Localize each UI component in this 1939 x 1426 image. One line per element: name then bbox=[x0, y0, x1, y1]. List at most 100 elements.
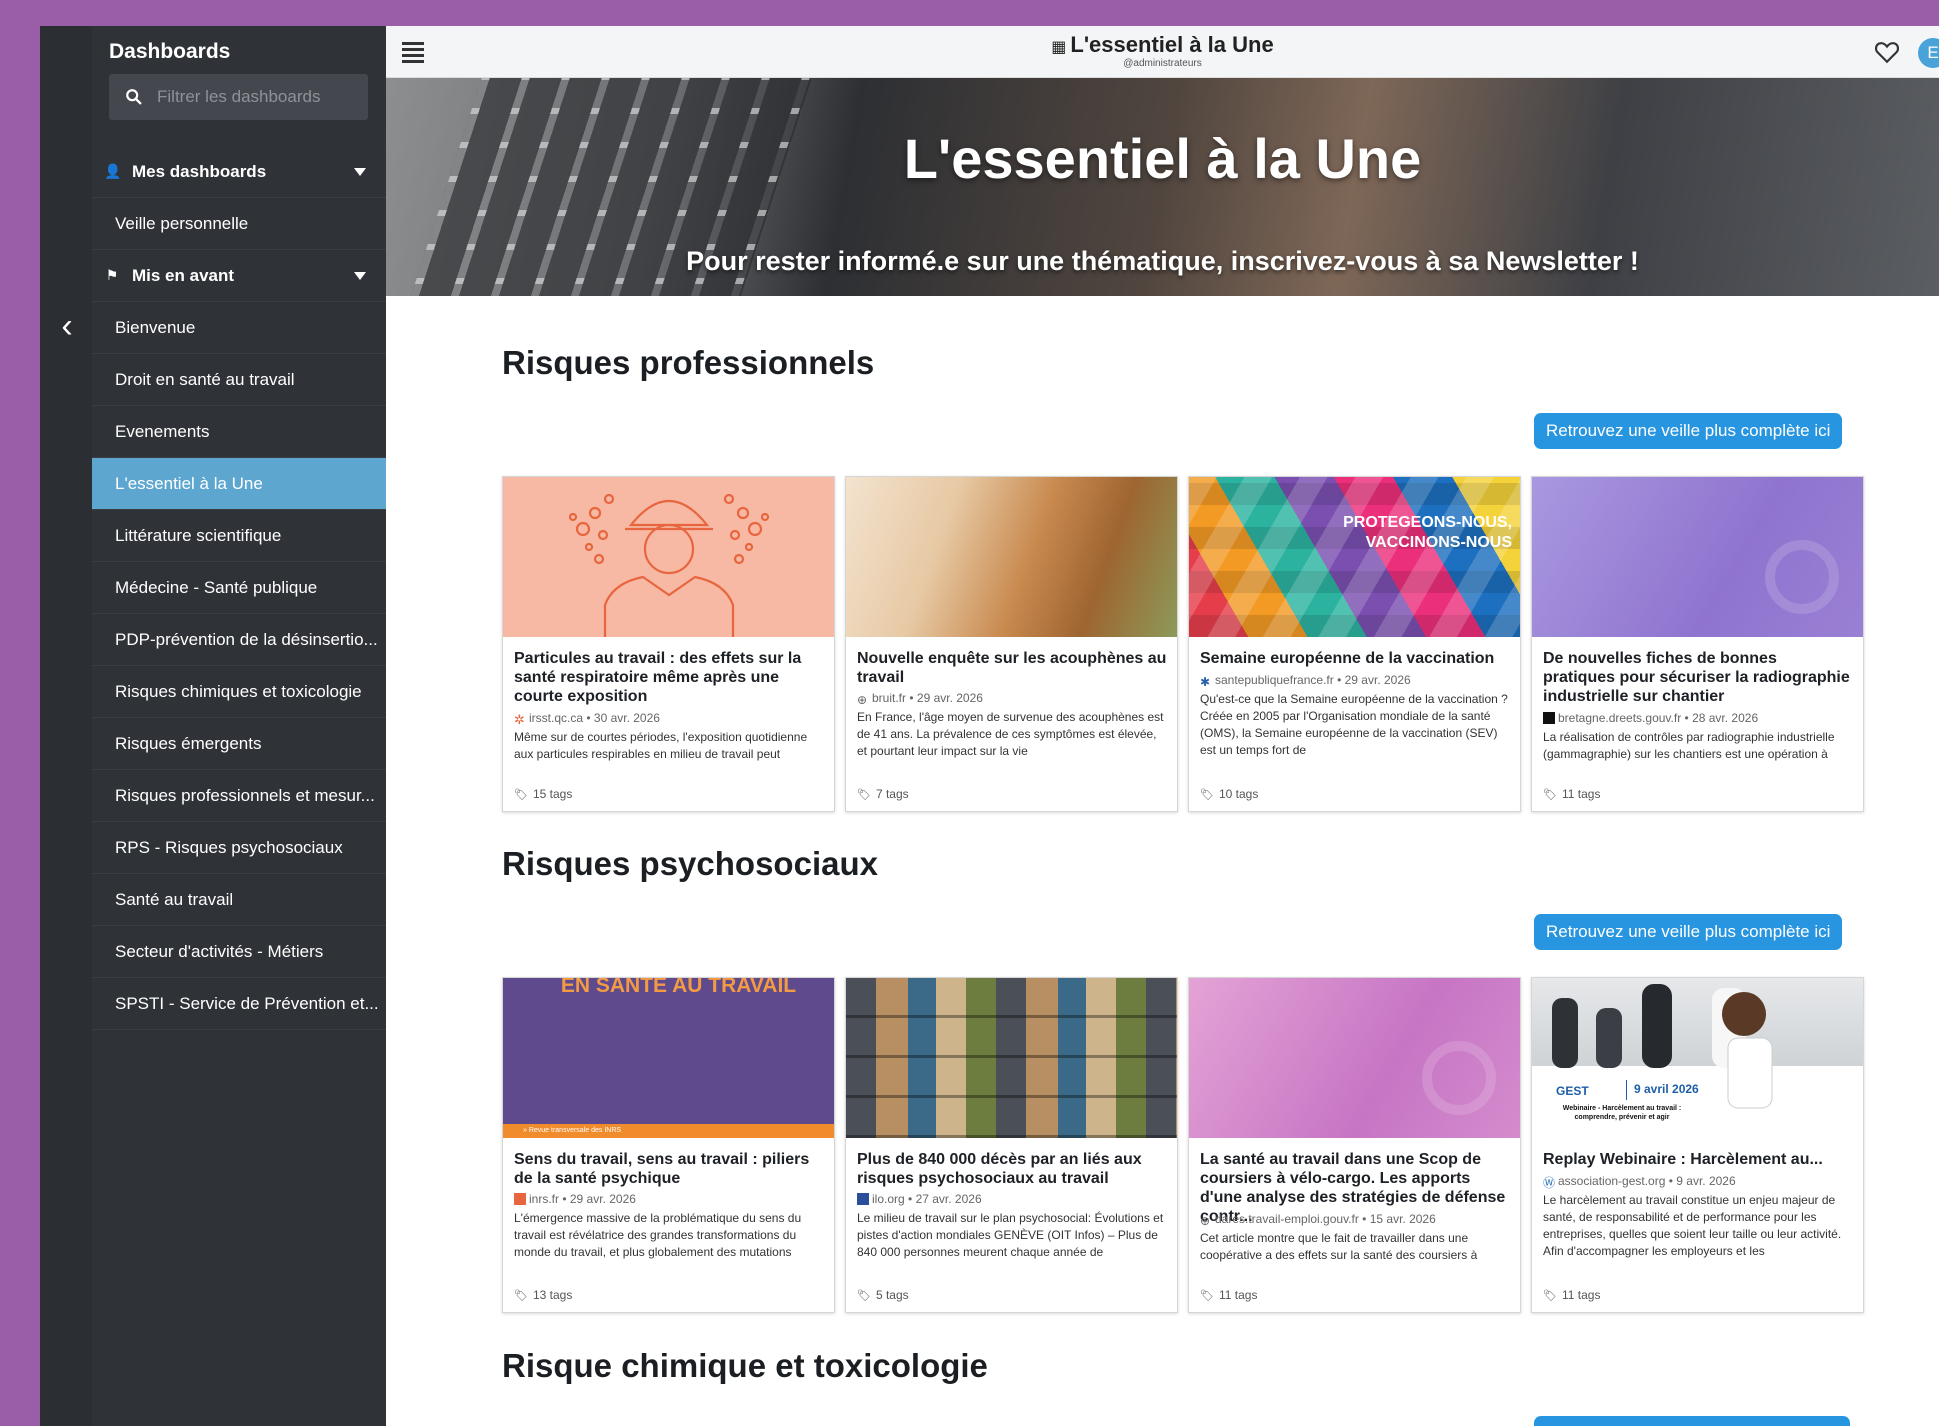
sidebar-item-label: Bienvenue bbox=[115, 317, 196, 337]
gest-logo: GEST bbox=[1556, 1084, 1589, 1098]
article-card[interactable]: EN SANTÉ AU TRAVAIL » Revue transversale… bbox=[502, 977, 835, 1313]
sidebar-title: Dashboards bbox=[109, 40, 231, 63]
card-description: L'émergence massive de la problématique … bbox=[514, 1211, 802, 1259]
card-tags: 🏷 11 tags bbox=[1543, 787, 1600, 801]
sidebar-item-risques-emergents[interactable]: Risques émergents bbox=[92, 718, 386, 770]
card-image bbox=[503, 477, 834, 637]
sidebar-item-bienvenue[interactable]: Bienvenue bbox=[92, 302, 386, 354]
article-card[interactable]: La santé au travail dans une Scop de cou… bbox=[1188, 977, 1521, 1313]
sidebar-item-medecine[interactable]: Médecine - Santé publique bbox=[92, 562, 386, 614]
card-description: Le milieu de travail sur le plan psychos… bbox=[857, 1211, 1164, 1259]
card-date: 29 avr. 2026 bbox=[916, 691, 983, 705]
section-mes-dashboards[interactable]: 👤 Mes dashboards bbox=[92, 146, 386, 198]
sidebar-item-label: Risques chimiques et toxicologie bbox=[115, 681, 362, 701]
card-tags: 🏷 13 tags bbox=[514, 1288, 572, 1302]
sidebar-item-label: Veille personnelle bbox=[115, 213, 249, 233]
card-source: inrs.fr bbox=[529, 1192, 559, 1206]
sidebar-item-risques-pro[interactable]: Risques professionnels et mesur... bbox=[92, 770, 386, 822]
article-card[interactable]: Plus de 840 000 décès par an liés aux ri… bbox=[845, 977, 1178, 1313]
tag-icon: 🏷 bbox=[1200, 1290, 1214, 1302]
heart-icon[interactable] bbox=[1874, 40, 1900, 64]
dashboard-search[interactable] bbox=[109, 74, 368, 120]
sidebar-item-droit[interactable]: Droit en santé au travail bbox=[92, 354, 386, 406]
section-label: Mes dashboards bbox=[132, 161, 267, 181]
sidebar-item-spsti[interactable]: SPSTI - Service de Prévention et... bbox=[92, 978, 386, 1030]
sidebar-menu: 👤 Mes dashboards Veille personnelle ⚑ Mi… bbox=[92, 146, 386, 1030]
card-image bbox=[1189, 978, 1520, 1138]
worker-icon bbox=[568, 493, 770, 637]
card-source: dares.travail-emploi.gouv.fr bbox=[1215, 1212, 1359, 1226]
sidebar-item-label: Droit en santé au travail bbox=[115, 369, 295, 389]
grid-icon: ▦ bbox=[1051, 39, 1067, 56]
sidebar-item-evenements[interactable]: Evenements bbox=[92, 406, 386, 458]
card-tags: 🏷 10 tags bbox=[1200, 787, 1258, 801]
sidebar-item-label: Médecine - Santé publique bbox=[115, 577, 318, 597]
sidebar-item-label: Santé au travail bbox=[115, 889, 234, 909]
caret-down-icon bbox=[354, 272, 366, 280]
card-source: bretagne.dreets.gouv.fr bbox=[1558, 711, 1682, 725]
dashboard-brand: ▦ L'essentiel à la Une @administrateurs bbox=[386, 32, 1939, 69]
sidebar-item-sante-travail[interactable]: Santé au travail bbox=[92, 874, 386, 926]
card-tags: 🏷 11 tags bbox=[1543, 1288, 1600, 1302]
more-button[interactable]: Retrouvez une veille plus complète ici bbox=[1534, 413, 1843, 449]
sidebar-item-secteur[interactable]: Secteur d'activités - Métiers bbox=[92, 926, 386, 978]
article-card[interactable]: Nouvelle enquête sur les acouphènes au t… bbox=[845, 476, 1178, 812]
chevron-left-icon[interactable]: ‹ bbox=[56, 306, 78, 346]
topbar-title: L'essentiel à la Une bbox=[1070, 32, 1274, 57]
image-stripe: » Revue transversale des INRS bbox=[503, 1124, 834, 1138]
card-description: Cet article montre que le fait de travai… bbox=[1200, 1231, 1478, 1262]
sidebar-item-risques-chimiques[interactable]: Risques chimiques et toxicologie bbox=[92, 666, 386, 718]
card-tags: 🏷 15 tags bbox=[514, 787, 572, 801]
card-tags: 🏷 7 tags bbox=[857, 787, 909, 801]
article-card[interactable]: De nouvelles fiches de bonnes pratiques … bbox=[1531, 476, 1864, 812]
card-source: bruit.fr bbox=[872, 691, 907, 705]
article-card[interactable]: Particules au travail : des effets sur l… bbox=[502, 476, 835, 812]
sidebar: Dashboards 👤 Mes dashboards Veille perso… bbox=[92, 26, 386, 1426]
sidebar-item-veille-personnelle[interactable]: Veille personnelle bbox=[92, 198, 386, 250]
search-icon bbox=[126, 89, 142, 105]
collapse-rail: ‹ bbox=[40, 26, 92, 1426]
tag-icon: 🏷 bbox=[514, 789, 528, 801]
sidebar-item-label: Risques professionnels et mesur... bbox=[115, 785, 375, 805]
card-image bbox=[846, 978, 1177, 1138]
tag-icon: 🏷 bbox=[1200, 789, 1214, 801]
card-image: PROTEGEONS-NOUS, VACCINONS-NOUS bbox=[1189, 477, 1520, 637]
sidebar-item-litterature[interactable]: Littérature scientifique bbox=[92, 510, 386, 562]
hero-subtitle: Pour rester informé.e sur une thématique… bbox=[686, 246, 1639, 276]
card-image: EN SANTÉ AU TRAVAIL » Revue transversale… bbox=[503, 978, 834, 1138]
card-description: Le harcèlement au travail constitue un e… bbox=[1543, 1193, 1842, 1258]
card-meta: ilo.org • 27 avr. 2026 bbox=[857, 1192, 982, 1206]
source-icon: ✲ bbox=[514, 712, 525, 727]
tag-icon: 🏷 bbox=[857, 1290, 871, 1302]
card-source: irsst.qc.ca bbox=[529, 711, 584, 725]
search-input[interactable] bbox=[157, 74, 357, 120]
more-button[interactable]: Retrouvez une veille plus complète ici bbox=[1534, 914, 1843, 950]
card-meta: ⊕ bruit.fr • 29 avr. 2026 bbox=[857, 691, 983, 707]
sidebar-item-essentiel[interactable]: L'essentiel à la Une bbox=[92, 458, 386, 510]
sidebar-item-pdp[interactable]: PDP-prévention de la désinsertio... bbox=[92, 614, 386, 666]
webinar-date: 9 avril 2026 bbox=[1634, 1082, 1699, 1096]
sidebar-item-label: PDP-prévention de la désinsertio... bbox=[115, 629, 378, 649]
card-date: 28 avr. 2026 bbox=[1692, 711, 1759, 725]
card-image bbox=[1532, 477, 1863, 637]
card-title: Particules au travail : des effets sur l… bbox=[514, 650, 802, 705]
section-title: Risques psychosociaux bbox=[502, 845, 878, 882]
article-card[interactable]: PROTEGEONS-NOUS, VACCINONS-NOUS Semaine … bbox=[1188, 476, 1521, 812]
source-icon bbox=[1543, 712, 1555, 724]
placeholder-logo-icon bbox=[1765, 540, 1839, 614]
caret-down-icon bbox=[354, 168, 366, 176]
card-meta: ✱ santepubliquefrance.fr • 29 avr. 2026 bbox=[1200, 673, 1411, 689]
article-card[interactable]: GEST 9 avril 2026 Webinaire - Harcèlemen… bbox=[1531, 977, 1864, 1313]
tag-icon: 🏷 bbox=[514, 1290, 528, 1302]
globe-icon: ⊕ bbox=[1200, 1214, 1211, 1228]
main-content: Risques professionnels Retrouvez une vei… bbox=[386, 296, 1939, 1426]
card-title: Sens du travail, sens au travail : pilie… bbox=[514, 1151, 810, 1187]
sidebar-item-rps[interactable]: RPS - Risques psychosociaux bbox=[92, 822, 386, 874]
more-button[interactable] bbox=[1534, 1416, 1850, 1426]
sidebar-item-label: Risques émergents bbox=[115, 733, 262, 753]
card-date: 29 avr. 2026 bbox=[1344, 673, 1411, 687]
card-title: Nouvelle enquête sur les acouphènes au t… bbox=[857, 650, 1167, 686]
section-mis-en-avant[interactable]: ⚑ Mis en avant bbox=[92, 250, 386, 302]
card-title: Replay Webinaire : Harcèlement au... bbox=[1543, 1151, 1823, 1168]
card-title: De nouvelles fiches de bonnes pratiques … bbox=[1543, 650, 1850, 705]
